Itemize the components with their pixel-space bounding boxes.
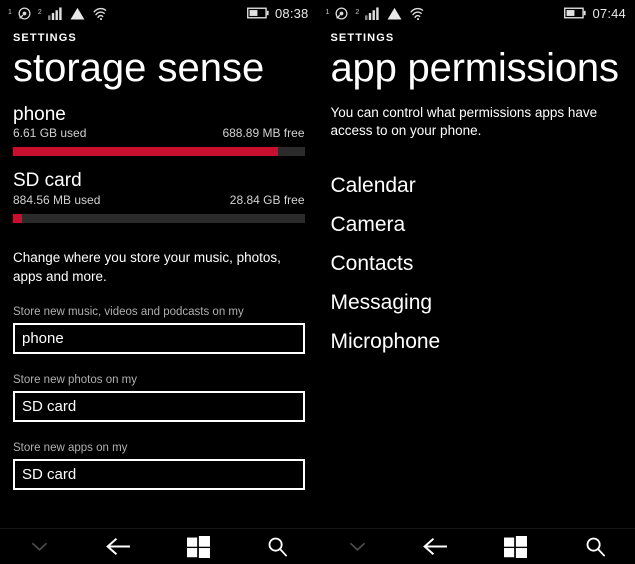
storage-usage-bar <box>13 147 305 157</box>
vibrate-icon <box>18 6 31 20</box>
apps-location-dropdown[interactable]: SD card <box>13 458 305 490</box>
photos-location-dropdown[interactable]: SD card <box>13 390 305 422</box>
permissions-list: Calendar Camera Contacts Messaging Micro… <box>331 166 623 361</box>
list-item[interactable]: Camera <box>331 205 623 244</box>
storage-usage-fill <box>13 147 279 157</box>
windows-logo-icon[interactable] <box>488 529 544 564</box>
status-icons-right: 08:38 <box>246 5 309 21</box>
battery-half-icon <box>564 7 587 19</box>
field-group-music: Store new music, videos and podcasts on … <box>13 306 305 354</box>
storage-item-phone[interactable]: phone 6.61 GB used 688.89 MB free <box>13 104 305 157</box>
navigation-bar-right <box>317 528 635 564</box>
music-location-dropdown[interactable]: phone <box>13 322 305 354</box>
wifi-icon <box>92 7 108 20</box>
list-item[interactable]: Microphone <box>331 322 623 361</box>
status-icons-left: 1 2 <box>8 6 108 20</box>
signal-bars-icon <box>47 6 63 20</box>
status-clock: 08:38 <box>274 5 309 21</box>
ringer-sup-label: 1 <box>8 8 12 16</box>
field-group-apps: Store new apps on my SD card <box>13 442 305 490</box>
signal-sup-label: 2 <box>355 8 360 16</box>
storage-stats: 6.61 GB used 688.89 MB free <box>13 126 305 140</box>
status-bar-left: 1 2 08:38 <box>0 0 318 26</box>
field-label: Store new music, videos and podcasts on … <box>13 305 244 318</box>
storage-item-sdcard[interactable]: SD card 884.56 MB used 28.84 GB free <box>13 170 305 224</box>
storage-stats: 884.56 MB used 28.84 GB free <box>13 193 305 207</box>
signal-sup-label: 2 <box>37 8 42 16</box>
chevron-down-icon[interactable] <box>329 529 385 564</box>
battery-half-icon <box>246 7 269 19</box>
status-bar-right: 1 2 07:44 <box>318 0 635 26</box>
permissions-content: You can control what permissions apps ha… <box>318 90 635 528</box>
field-value: phone <box>22 329 64 347</box>
storage-used: 6.61 GB used <box>13 126 87 141</box>
status-icons-left: 1 2 <box>325 6 426 20</box>
screen-app-permissions: 1 2 07:44 SETTINGS app permissions You c… <box>317 0 635 564</box>
back-arrow-icon[interactable] <box>409 529 465 564</box>
triangle-icon <box>70 7 85 20</box>
settings-breadcrumb: SETTINGS <box>330 32 395 44</box>
page-title: app permissions <box>330 46 619 90</box>
field-value: SD card <box>22 397 77 415</box>
storage-name: phone <box>13 103 66 125</box>
field-value: SD card <box>22 465 77 483</box>
windows-logo-icon[interactable] <box>170 529 226 564</box>
chevron-down-icon[interactable] <box>12 529 68 564</box>
settings-breadcrumb: SETTINGS <box>13 32 77 44</box>
status-icons-right: 07:44 <box>564 6 626 21</box>
storage-content: phone 6.61 GB used 688.89 MB free SD car… <box>0 90 318 528</box>
dual-screenshot-container: 1 2 08:38 SETTINGS storage sense phone 6… <box>0 0 635 564</box>
field-label: Store new apps on my <box>13 441 128 454</box>
field-group-photos: Store new photos on my SD card <box>13 374 305 422</box>
field-label: Store new photos on my <box>13 373 138 386</box>
screen-storage-sense: 1 2 08:38 SETTINGS storage sense phone 6… <box>0 0 318 564</box>
wifi-icon <box>409 7 425 20</box>
storage-free: 28.84 GB free <box>229 193 305 208</box>
status-clock: 07:44 <box>592 5 626 21</box>
search-icon[interactable] <box>250 529 306 564</box>
list-item[interactable]: Calendar <box>331 166 623 205</box>
back-arrow-icon[interactable] <box>91 529 147 564</box>
permissions-intro: You can control what permissions apps ha… <box>330 104 598 138</box>
vibrate-icon <box>335 6 348 20</box>
search-icon[interactable] <box>567 529 623 564</box>
storage-free: 688.89 MB free <box>222 126 305 141</box>
list-item[interactable]: Messaging <box>331 283 623 322</box>
triangle-icon <box>387 7 402 20</box>
ringer-sup-label: 1 <box>325 8 330 16</box>
storage-used: 884.56 MB used <box>13 193 101 208</box>
list-item[interactable]: Contacts <box>331 244 623 283</box>
storage-name: SD card <box>13 170 82 192</box>
page-title: storage sense <box>13 46 265 90</box>
storage-usage-bar <box>13 214 305 224</box>
storage-description: Change where you store your music, photo… <box>13 250 281 284</box>
navigation-bar-left <box>0 528 318 564</box>
storage-usage-fill <box>13 214 22 224</box>
signal-bars-icon <box>365 6 380 20</box>
